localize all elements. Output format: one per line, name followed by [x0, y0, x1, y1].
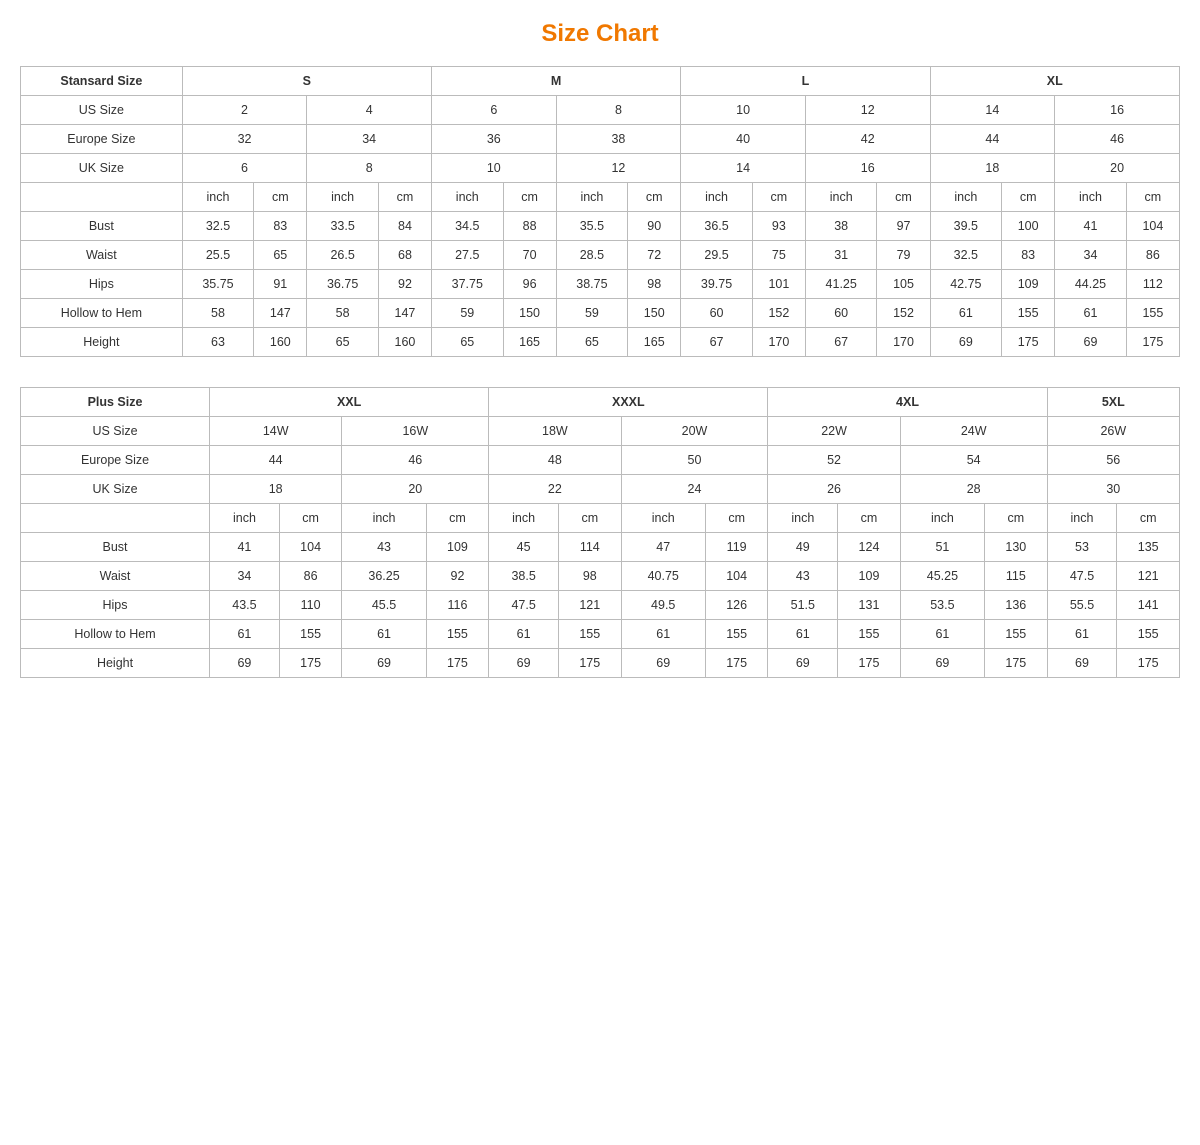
standard-hollow-row: Hollow to Hem 58 147 58 147 59 150 59 15…	[21, 299, 1180, 328]
l-group: L	[681, 67, 930, 96]
plus-size-table: Plus Size XXL XXXL 4XL 5XL US Size 14W 1…	[20, 387, 1180, 678]
eu-38: 38	[556, 125, 681, 154]
plus-hips-label: Hips	[21, 591, 210, 620]
uk-14: 14	[681, 154, 806, 183]
plus-hollow-label: Hollow to Hem	[21, 620, 210, 649]
eu-46: 46	[1055, 125, 1180, 154]
plus-us-size-row: US Size 14W 16W 18W 20W 22W 24W 26W	[21, 417, 1180, 446]
europe-size-label: Europe Size	[21, 125, 183, 154]
eu-44: 44	[930, 125, 1055, 154]
unit-5: cm	[503, 183, 556, 212]
unit-15: cm	[1126, 183, 1179, 212]
unit-13: cm	[1002, 183, 1055, 212]
unit-3: cm	[378, 183, 431, 212]
unit-12: inch	[930, 183, 1002, 212]
uk-8: 8	[307, 154, 432, 183]
standard-size-label: Stansard Size	[21, 67, 183, 96]
plus-height-label: Height	[21, 649, 210, 678]
standard-height-row: Height 63 160 65 160 65 165 65 165 67 17…	[21, 328, 1180, 357]
plus-waist-row: Waist 34 86 36.25 92 38.5 98 40.75 104 4…	[21, 562, 1180, 591]
s-group: S	[182, 67, 431, 96]
eu-42: 42	[805, 125, 930, 154]
height-label: Height	[21, 328, 183, 357]
5xl-group: 5XL	[1047, 388, 1179, 417]
standard-bust-row: Bust 32.5 83 33.5 84 34.5 88 35.5 90 36.…	[21, 212, 1180, 241]
xl-group: XL	[930, 67, 1179, 96]
unit-14: inch	[1055, 183, 1127, 212]
plus-hips-row: Hips 43.5 110 45.5 116 47.5 121 49.5 126…	[21, 591, 1180, 620]
unit-8: inch	[681, 183, 753, 212]
us-16: 16	[1055, 96, 1180, 125]
4xl-group: 4XL	[768, 388, 1047, 417]
eu-32: 32	[182, 125, 307, 154]
plus-europe-row: Europe Size 44 46 48 50 52 54 56	[21, 446, 1180, 475]
page-title: Size Chart	[20, 20, 1180, 48]
us-14: 14	[930, 96, 1055, 125]
plus-bust-row: Bust 41 104 43 109 45 114 47 119 49 124 …	[21, 533, 1180, 562]
uk-18: 18	[930, 154, 1055, 183]
uk-6: 6	[182, 154, 307, 183]
uk-10: 10	[431, 154, 556, 183]
plus-waist-label: Waist	[21, 562, 210, 591]
unit-1: cm	[254, 183, 307, 212]
xxl-group: XXL	[210, 388, 489, 417]
plus-size-table-wrap: Plus Size XXL XXXL 4XL 5XL US Size 14W 1…	[20, 387, 1180, 678]
unit-2: inch	[307, 183, 379, 212]
uk-12: 12	[556, 154, 681, 183]
standard-hips-row: Hips 35.75 91 36.75 92 37.75 96 38.75 98…	[21, 270, 1180, 299]
standard-waist-row: Waist 25.5 65 26.5 68 27.5 70 28.5 72 29…	[21, 241, 1180, 270]
hollow-label: Hollow to Hem	[21, 299, 183, 328]
us-2: 2	[182, 96, 307, 125]
standard-size-table: Stansard Size S M L XL US Size 2 4 6 8 1…	[20, 66, 1180, 357]
unit-9: cm	[752, 183, 805, 212]
plus-units-row: inch cm inch cm inch cm inch cm inch cm …	[21, 504, 1180, 533]
eu-40: 40	[681, 125, 806, 154]
plus-hollow-row: Hollow to Hem 61 155 61 155 61 155 61 15…	[21, 620, 1180, 649]
unit-7: cm	[628, 183, 681, 212]
unit-10: inch	[805, 183, 877, 212]
plus-uk-label: UK Size	[21, 475, 210, 504]
standard-size-table-wrap: Stansard Size S M L XL US Size 2 4 6 8 1…	[20, 66, 1180, 357]
plus-bust-label: Bust	[21, 533, 210, 562]
xxxl-group: XXXL	[489, 388, 768, 417]
standard-us-size-row: US Size 2 4 6 8 10 12 14 16	[21, 96, 1180, 125]
uk-16: 16	[805, 154, 930, 183]
uk-size-label: UK Size	[21, 154, 183, 183]
bust-label: Bust	[21, 212, 183, 241]
plus-uk-row: UK Size 18 20 22 24 26 28 30	[21, 475, 1180, 504]
us-10: 10	[681, 96, 806, 125]
unit-0: inch	[182, 183, 254, 212]
us-6: 6	[431, 96, 556, 125]
standard-europe-row: Europe Size 32 34 36 38 40 42 44 46	[21, 125, 1180, 154]
standard-units-row: inch cm inch cm inch cm inch cm inch cm …	[21, 183, 1180, 212]
us-12: 12	[805, 96, 930, 125]
hips-label: Hips	[21, 270, 183, 299]
eu-36: 36	[431, 125, 556, 154]
waist-label: Waist	[21, 241, 183, 270]
m-group: M	[431, 67, 680, 96]
us-4: 4	[307, 96, 432, 125]
plus-height-row: Height 69 175 69 175 69 175 69 175 69 17…	[21, 649, 1180, 678]
unit-6: inch	[556, 183, 628, 212]
uk-20: 20	[1055, 154, 1180, 183]
plus-europe-label: Europe Size	[21, 446, 210, 475]
unit-11: cm	[877, 183, 930, 212]
standard-header-row: Stansard Size S M L XL	[21, 67, 1180, 96]
eu-34: 34	[307, 125, 432, 154]
us-8: 8	[556, 96, 681, 125]
plus-header-row: Plus Size XXL XXXL 4XL 5XL	[21, 388, 1180, 417]
plus-us-label: US Size	[21, 417, 210, 446]
unit-4: inch	[431, 183, 503, 212]
us-size-label: US Size	[21, 96, 183, 125]
standard-uk-row: UK Size 6 8 10 12 14 16 18 20	[21, 154, 1180, 183]
plus-size-label: Plus Size	[21, 388, 210, 417]
